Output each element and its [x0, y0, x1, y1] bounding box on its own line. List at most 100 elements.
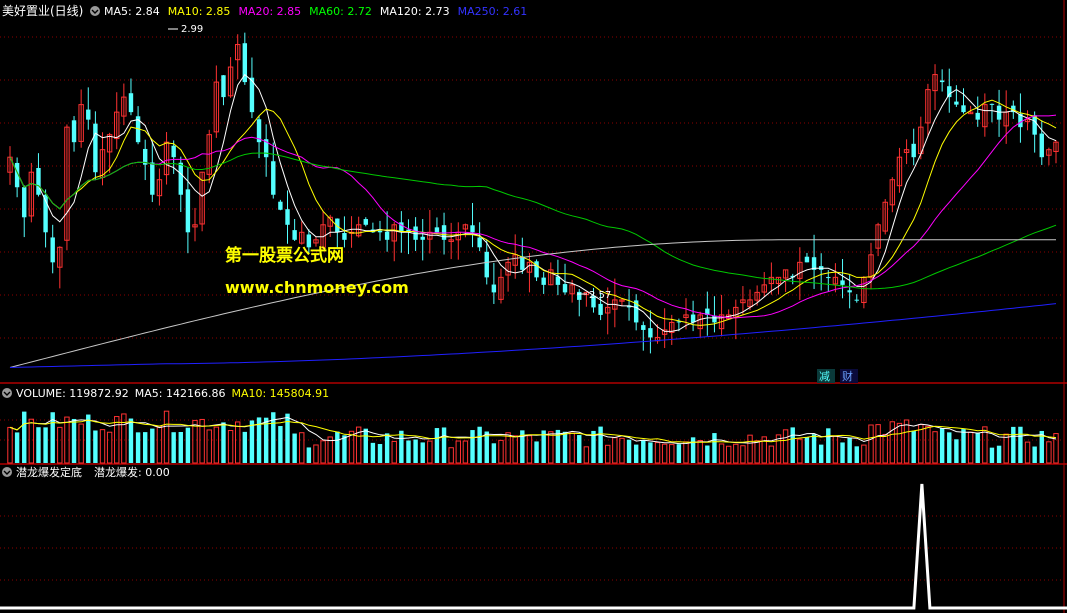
volume-bar	[811, 434, 817, 463]
collapse-toggle-main[interactable]	[90, 6, 100, 16]
volume-bar	[882, 433, 888, 464]
volume-bar	[206, 429, 212, 464]
panel-frame	[0, 0, 1067, 613]
volume-bar	[583, 446, 590, 464]
volume-bar	[534, 441, 539, 463]
candle-body	[989, 103, 995, 105]
volume-bar	[505, 432, 511, 464]
candle-body	[285, 209, 290, 225]
candle-body	[71, 120, 77, 143]
collapse-toggle-volume[interactable]	[2, 388, 12, 398]
volume-legend-item: MA10: 145804.91	[231, 387, 329, 400]
volume-bar	[128, 418, 134, 463]
volume-bar	[569, 432, 575, 464]
candle-body	[477, 237, 482, 248]
volume-legend-item: VOLUME: 119872.92	[16, 387, 129, 400]
volume-bar	[384, 433, 390, 463]
volume-bar	[598, 426, 603, 463]
volume-bar	[740, 445, 746, 464]
volume-bar	[455, 440, 461, 464]
candle-body	[947, 86, 952, 98]
volume-bar	[747, 434, 753, 464]
ma5-line	[9, 73, 1057, 332]
watermark-title: 第一股票公式网	[225, 245, 344, 266]
candle-body	[939, 80, 945, 83]
volume-bar	[462, 440, 469, 464]
volume-bar	[961, 429, 966, 463]
volume-bar	[227, 430, 234, 464]
collapse-toggle-indicator[interactable]	[2, 467, 12, 477]
candle-body	[278, 201, 283, 210]
volume-bar	[406, 440, 411, 463]
volume-bar	[28, 418, 35, 464]
badge-left[interactable]: 减	[819, 370, 830, 383]
candle-body	[470, 225, 475, 233]
volume-bar	[790, 427, 795, 463]
candle-body	[854, 299, 859, 301]
volume-bar	[712, 433, 717, 463]
candle-body	[342, 233, 347, 240]
candle-body	[840, 280, 845, 285]
badge-right[interactable]: 财	[842, 369, 853, 383]
volume-bar	[754, 440, 760, 464]
volume-bar	[399, 430, 404, 463]
candle-body	[22, 187, 27, 218]
ma-legend-item: MA120: 2.73	[380, 5, 450, 18]
volume-bars	[7, 410, 1059, 464]
volume-bar	[299, 432, 305, 464]
volume-bar	[370, 442, 376, 463]
candlestick-series	[7, 32, 1059, 354]
volume-bar	[697, 439, 703, 464]
volume-bar	[705, 445, 710, 463]
volume-legend-item: MA5: 142166.86	[135, 387, 226, 400]
volume-bar	[548, 431, 554, 464]
volume-bar	[192, 419, 198, 464]
candle-body	[221, 75, 226, 98]
low-marker-label: 2.57	[589, 290, 611, 301]
moving-average-lines	[9, 73, 1057, 368]
volume-bar	[57, 426, 63, 464]
candle-body	[520, 256, 525, 270]
volume-bar	[619, 437, 625, 464]
stock-title: 美好置业(日线)	[2, 4, 83, 18]
volume-bar	[718, 443, 725, 464]
volume-bar	[889, 421, 896, 464]
volume-bar	[896, 422, 903, 464]
volume-bar	[911, 431, 916, 463]
volume-bar	[804, 437, 810, 463]
volume-bar	[363, 428, 368, 463]
indicator-value: 潜龙爆发: 0.00	[94, 465, 170, 479]
candle-body	[562, 284, 568, 293]
volume-bar	[342, 435, 347, 463]
volume-bar	[669, 444, 675, 464]
volume-bar	[1011, 426, 1016, 463]
volume-bar	[648, 442, 653, 463]
volume-bar	[947, 432, 952, 463]
volume-bar	[242, 431, 248, 463]
volume-bar	[1046, 441, 1052, 464]
ma-legend-item: MA60: 2.72	[309, 5, 372, 18]
volume-bar	[690, 437, 696, 463]
volume-bar	[420, 442, 425, 463]
volume-bar	[448, 447, 454, 464]
volume-bar	[178, 432, 183, 463]
candle-body	[384, 231, 390, 240]
volume-bar	[633, 444, 639, 463]
volume-bar	[854, 446, 859, 463]
volume-bar	[163, 410, 170, 464]
volume-bar	[932, 431, 938, 464]
candle-body	[1039, 133, 1044, 158]
volume-bar	[925, 425, 931, 464]
candle-body	[363, 219, 368, 225]
candle-body	[434, 227, 440, 233]
volume-bar	[150, 428, 155, 463]
high-marker-label: 2.99	[181, 24, 203, 35]
volume-bar	[93, 430, 98, 463]
volume-legend: VOLUME: 119872.92 MA5: 142166.86 MA10: 145…	[16, 387, 329, 400]
volume-bar	[441, 427, 447, 463]
volume-bar	[605, 444, 611, 464]
volume-bar	[292, 433, 297, 463]
volume-bar	[121, 413, 127, 464]
ma-legend-item: MA5: 2.84	[104, 5, 160, 18]
volume-bar	[840, 442, 845, 463]
